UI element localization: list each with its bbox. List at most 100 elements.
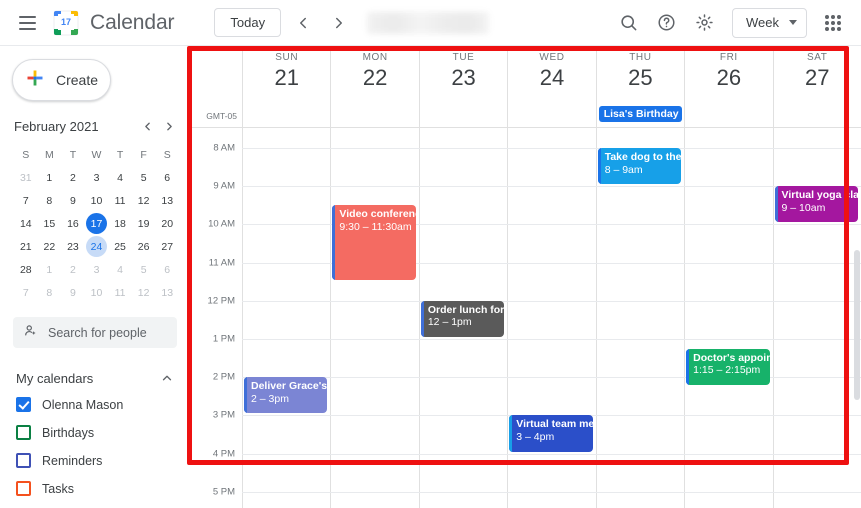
day-column[interactable]: Take dog to the vet8 – 9am <box>595 128 684 508</box>
view-mode-select[interactable]: Week <box>732 7 807 38</box>
mini-calendar-day[interactable]: 27 <box>155 236 179 257</box>
calendar-list-item[interactable]: Olenna Mason <box>16 392 190 417</box>
next-week-icon[interactable] <box>325 9 353 37</box>
calendar-event[interactable]: Virtual yoga class9 – 10am <box>774 186 858 223</box>
mini-calendar-day[interactable]: 25 <box>108 236 132 257</box>
day-column[interactable]: Virtual yoga class9 – 10am <box>772 128 861 508</box>
mini-calendar-day[interactable]: 2 <box>61 259 85 280</box>
day-column[interactable]: Order lunch for office12 – 1pm <box>418 128 507 508</box>
mini-calendar-day[interactable]: 9 <box>61 190 85 211</box>
search-for-people-input[interactable]: Search for people <box>13 317 177 348</box>
mini-calendar-day[interactable]: 1 <box>38 259 62 280</box>
mini-calendar-day[interactable]: 4 <box>108 167 132 188</box>
calendar-event[interactable]: Virtual team meeting3 – 4pm <box>509 415 593 452</box>
mini-next-month-icon[interactable] <box>159 116 179 136</box>
mini-calendar-day[interactable]: 13 <box>155 190 179 211</box>
calendar-event[interactable]: Doctor's appointment1:15 – 2:15pm <box>686 348 770 385</box>
mini-calendar-day[interactable]: 17 <box>85 213 109 234</box>
day-header[interactable]: THU 25 <box>595 46 684 104</box>
day-header-dow: SAT <box>806 52 828 63</box>
day-header[interactable]: TUE 23 <box>418 46 507 104</box>
apps-grid-icon[interactable] <box>817 7 849 39</box>
previous-week-icon[interactable] <box>289 9 317 37</box>
calendar-list-item[interactable]: Reminders <box>16 448 190 473</box>
mini-calendar-day[interactable]: 24 <box>85 236 109 257</box>
search-icon[interactable] <box>612 7 644 39</box>
calendar-checkbox[interactable] <box>16 425 31 440</box>
all-day-cell[interactable] <box>507 104 595 127</box>
mini-calendar-day[interactable]: 4 <box>108 259 132 280</box>
day-column[interactable]: Video conference9:30 – 11:30am <box>330 128 418 508</box>
calendar-event[interactable]: Deliver Grace's gift2 – 3pm <box>244 377 328 414</box>
mini-calendar-day[interactable]: 7 <box>14 282 38 303</box>
mini-calendar-day[interactable]: 9 <box>61 282 85 303</box>
all-day-event[interactable]: Lisa's Birthday <box>598 106 683 122</box>
all-day-cell[interactable] <box>418 104 507 127</box>
mini-calendar-day[interactable]: 13 <box>155 282 179 303</box>
mini-calendar-day[interactable]: 26 <box>132 236 156 257</box>
mini-calendar-day[interactable]: 12 <box>132 190 156 211</box>
day-header[interactable]: WED 24 <box>507 46 595 104</box>
hamburger-menu-icon[interactable] <box>10 6 44 40</box>
all-day-cell[interactable]: Lisa's Birthday <box>595 104 684 127</box>
day-column[interactable]: Virtual team meeting3 – 4pm <box>507 128 595 508</box>
all-day-cell[interactable] <box>330 104 418 127</box>
all-day-cell[interactable] <box>684 104 772 127</box>
event-color-stripe <box>332 205 336 280</box>
mini-calendar-day[interactable]: 12 <box>132 282 156 303</box>
mini-calendar-day[interactable]: 18 <box>108 213 132 234</box>
mini-calendar-day[interactable]: 22 <box>38 236 62 257</box>
mini-calendar-day[interactable]: 10 <box>85 282 109 303</box>
day-column[interactable]: Doctor's appointment1:15 – 2:15pm <box>684 128 772 508</box>
calendar-checkbox[interactable] <box>16 453 31 468</box>
vertical-scrollbar[interactable] <box>853 150 861 508</box>
mini-calendar-day[interactable]: 1 <box>38 167 62 188</box>
calendar-list-item[interactable]: Birthdays <box>16 420 190 445</box>
day-header[interactable]: MON 22 <box>330 46 418 104</box>
mini-calendar-day[interactable]: 21 <box>14 236 38 257</box>
mini-calendar-day[interactable]: 23 <box>61 236 85 257</box>
mini-prev-month-icon[interactable] <box>137 116 157 136</box>
create-button[interactable]: Create <box>12 59 111 101</box>
mini-calendar-day[interactable]: 19 <box>132 213 156 234</box>
day-header[interactable]: SUN 21 <box>242 46 330 104</box>
mini-calendar-day[interactable]: 15 <box>38 213 62 234</box>
help-icon[interactable] <box>650 7 682 39</box>
mini-calendar-day[interactable]: 11 <box>108 282 132 303</box>
all-day-cell[interactable] <box>772 104 861 127</box>
day-header[interactable]: SAT 27 <box>772 46 861 104</box>
scrollbar-thumb[interactable] <box>854 250 860 400</box>
mini-calendar-day[interactable]: 8 <box>38 190 62 211</box>
mini-calendar-day[interactable]: 3 <box>85 167 109 188</box>
calendar-checkbox[interactable] <box>16 397 31 412</box>
calendar-event[interactable]: Order lunch for office12 – 1pm <box>420 300 505 337</box>
calendar-event[interactable]: Take dog to the vet8 – 9am <box>597 148 682 185</box>
mini-calendar-day[interactable]: 3 <box>85 259 109 280</box>
mini-calendar-day[interactable]: 10 <box>85 190 109 211</box>
day-header[interactable]: FRI 26 <box>684 46 772 104</box>
mini-calendar-day[interactable]: 6 <box>155 259 179 280</box>
my-calendars-header[interactable]: My calendars <box>16 367 177 389</box>
day-header-number: 25 <box>628 65 653 90</box>
mini-calendar-day[interactable]: 5 <box>132 167 156 188</box>
calendar-event[interactable]: Video conference9:30 – 11:30am <box>332 205 416 280</box>
day-column[interactable]: Deliver Grace's gift2 – 3pm <box>242 128 330 508</box>
mini-calendar-day[interactable]: 14 <box>14 213 38 234</box>
calendar-checkbox[interactable] <box>16 481 31 496</box>
today-button[interactable]: Today <box>214 8 282 37</box>
mini-calendar-day[interactable]: 6 <box>155 167 179 188</box>
mini-calendar-day[interactable]: 8 <box>38 282 62 303</box>
mini-calendar-day[interactable]: 7 <box>14 190 38 211</box>
gear-icon[interactable] <box>688 7 720 39</box>
calendar-list-item[interactable]: Tasks <box>16 476 190 501</box>
mini-calendar-day[interactable]: 2 <box>61 167 85 188</box>
mini-calendar-day[interactable]: 31 <box>14 167 38 188</box>
mini-calendar-day[interactable]: 28 <box>14 259 38 280</box>
chevron-up-icon[interactable] <box>157 368 177 388</box>
mini-calendar-day[interactable]: 11 <box>108 190 132 211</box>
all-day-cell[interactable] <box>242 104 330 127</box>
event-title: Order lunch for office <box>427 303 505 316</box>
mini-calendar-day[interactable]: 16 <box>61 213 85 234</box>
mini-calendar-day[interactable]: 5 <box>132 259 156 280</box>
mini-calendar-day[interactable]: 20 <box>155 213 179 234</box>
